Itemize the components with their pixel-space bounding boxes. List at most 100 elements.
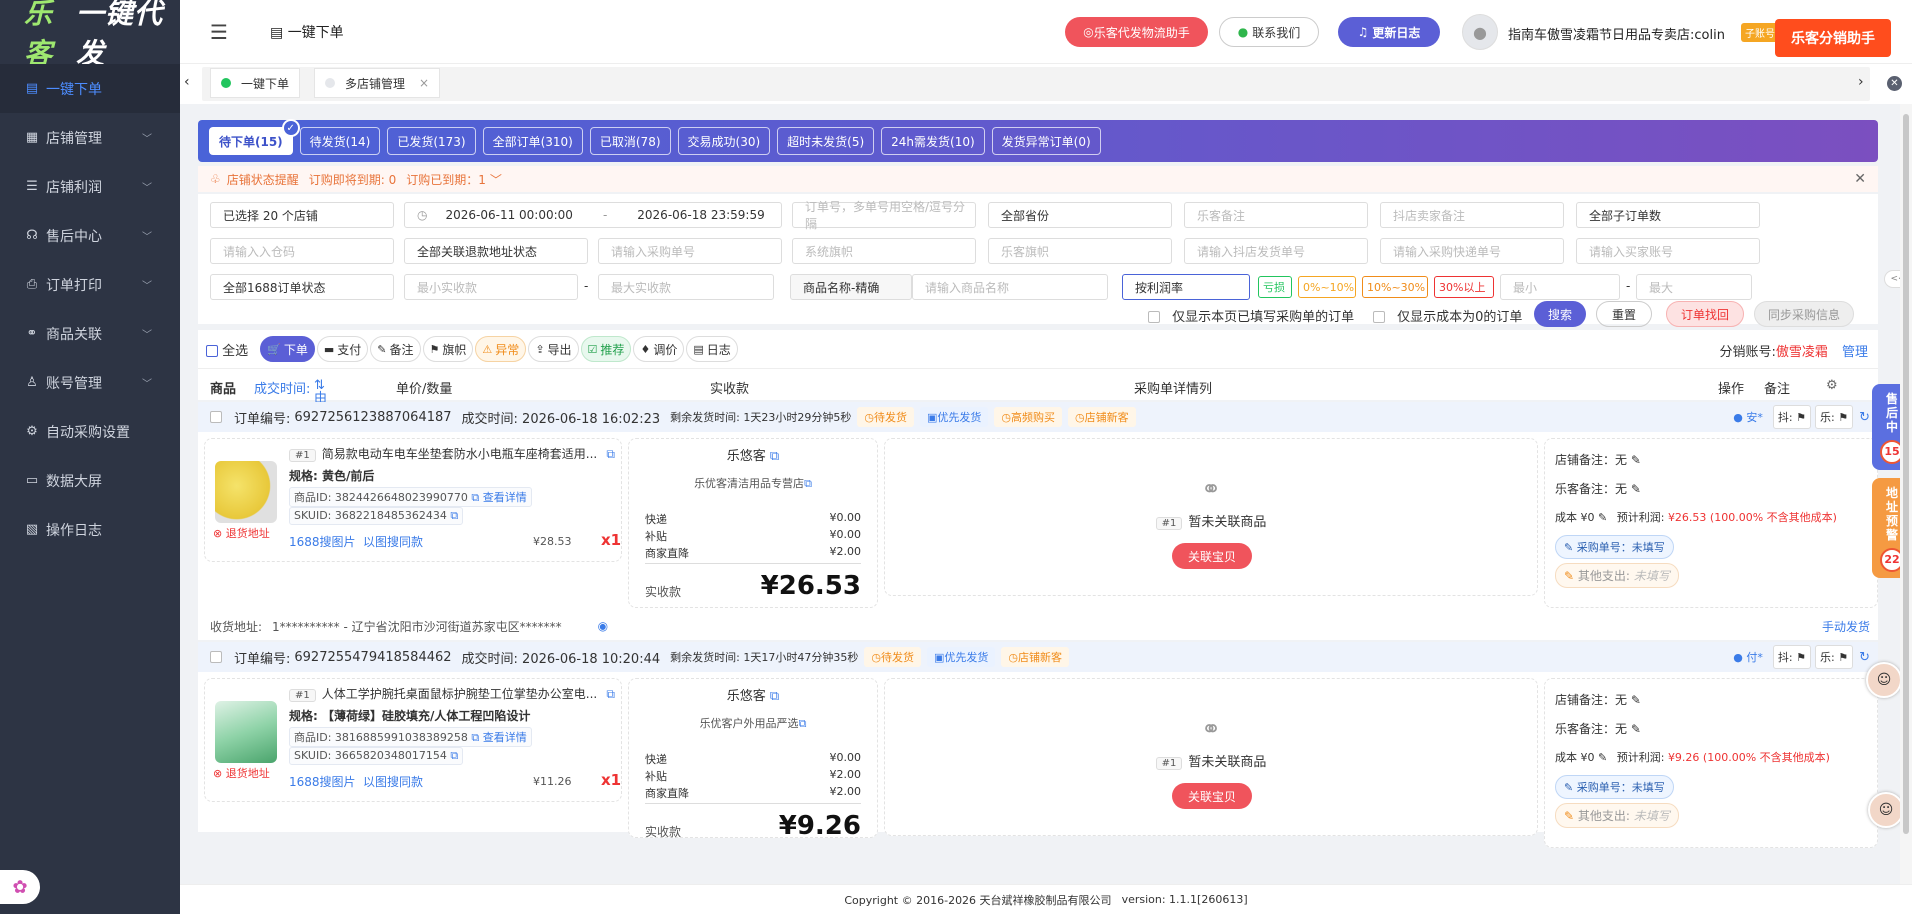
product-title[interactable]: 简易款电动车电车坐垫套防水小电瓶车座椅套适用...: [322, 447, 597, 461]
fx-helper-button[interactable]: 乐客分销助手: [1775, 19, 1891, 57]
sidebar-item-6[interactable]: ♙ 账号管理 ﹀: [0, 358, 180, 407]
status-tab-4[interactable]: 已取消(78): [589, 127, 671, 155]
edit-icon[interactable]: ✎: [1631, 693, 1641, 707]
changelog-button[interactable]: ♫ 更新日志: [1338, 17, 1440, 47]
leke-note-input[interactable]: 乐客备注: [1184, 202, 1368, 228]
sidebar-item-3[interactable]: ☊ 售后中心 ﹀: [0, 211, 180, 260]
copy-icon[interactable]: ⧉: [606, 447, 615, 462]
edit-icon[interactable]: ✎: [1631, 482, 1641, 496]
other-cost-field[interactable]: ✎ 其他支出: 未填写: [1555, 803, 1679, 828]
tabs-right-arrow-icon[interactable]: ›: [1858, 74, 1864, 90]
sidebar-item-8[interactable]: ▭ 数据大屏: [0, 456, 180, 505]
order-checkbox[interactable]: [210, 651, 222, 663]
edit-icon[interactable]: ✎: [1598, 751, 1607, 764]
select-all-checkbox[interactable]: 全选: [206, 340, 248, 359]
return-address-link[interactable]: ⊗ 退货地址: [213, 525, 270, 541]
refund-address-status-select[interactable]: 全部关联退款地址状态: [404, 238, 588, 264]
product-name-mode-select[interactable]: 商品名称-精确: [790, 274, 912, 300]
leke-flag-select[interactable]: 乐客旗帜: [988, 238, 1172, 264]
min-paid-input[interactable]: 最小实收款: [404, 274, 578, 300]
status-tab-6[interactable]: 超时未发货(5): [777, 127, 875, 155]
sort-toggle[interactable]: 由近到远 ⇅: [314, 378, 327, 463]
only-zero-cost-checkbox[interactable]: 仅显示成本为0的订单: [1373, 306, 1522, 325]
retrieve-order-button[interactable]: 订单找回: [1666, 301, 1744, 327]
close-icon[interactable]: ✕: [1854, 171, 1866, 187]
toolbar-card-button[interactable]: ▬ 支付: [316, 336, 369, 362]
shop-select[interactable]: 已选择 20 个店铺: [210, 202, 394, 228]
status-tab-1[interactable]: 待发货(14): [299, 127, 381, 155]
search-same-image-link[interactable]: 以图搜同款: [363, 773, 423, 790]
purchase-no-input[interactable]: 请输入采购单号: [598, 238, 782, 264]
product-name-input[interactable]: 请输入商品名称: [912, 274, 1108, 300]
link-product-button[interactable]: 关联宝贝: [1172, 543, 1252, 569]
customer-service-avatar[interactable]: ☺: [1866, 662, 1902, 698]
toolbar-cart-button[interactable]: 🛒 下单: [260, 336, 315, 362]
other-cost-field[interactable]: ✎ 其他支出: 未填写: [1555, 563, 1679, 588]
leke-flag-select[interactable]: 乐: ⚑: [1815, 405, 1854, 429]
sync-purchase-button[interactable]: 同步采购信息: [1754, 301, 1854, 327]
copy-icon[interactable]: ⧉: [799, 717, 807, 730]
sub-order-select[interactable]: 全部子订单数: [1576, 202, 1760, 228]
province-select[interactable]: 全部省份: [988, 202, 1172, 228]
brain-icon[interactable]: ✿: [0, 870, 40, 904]
leke-flag-select[interactable]: 乐: ⚑: [1815, 645, 1854, 669]
toolbar-flag-button[interactable]: ⚑ 旗帜: [422, 336, 474, 362]
purchase-no-field[interactable]: ✎ 采购单号：未填写: [1555, 775, 1674, 799]
max-profit-input[interactable]: 最大: [1636, 274, 1752, 300]
close-icon[interactable]: ×: [419, 76, 429, 90]
chevron-down-icon[interactable]: ﹀: [490, 171, 502, 188]
reset-button[interactable]: 重置: [1596, 301, 1652, 327]
toolbar-price-button[interactable]: ♦ 调价: [633, 336, 685, 362]
eye-icon[interactable]: ◉: [598, 619, 608, 633]
scrollbar[interactable]: [1900, 104, 1912, 884]
dy-flag-select[interactable]: 抖: ⚑: [1772, 405, 1811, 429]
product-image[interactable]: [215, 701, 277, 763]
avatar[interactable]: ●: [1462, 14, 1498, 50]
manual-ship-link[interactable]: 手动发货: [1822, 618, 1870, 635]
dy-flag-select[interactable]: 抖: ⚑: [1772, 645, 1811, 669]
status-tab-7[interactable]: 24h需发货(10): [881, 127, 985, 155]
sidebar-item-5[interactable]: ⚭ 商品关联 ﹀: [0, 309, 180, 358]
sidebar-item-4[interactable]: ⎙ 订单打印 ﹀: [0, 260, 180, 309]
toolbar-export-button[interactable]: ⇪ 导出: [528, 336, 579, 362]
manage-link[interactable]: 管理: [1842, 345, 1868, 360]
search-1688-image-link[interactable]: 1688搜图片: [289, 773, 356, 790]
seller-note-input[interactable]: 抖店卖家备注: [1380, 202, 1564, 228]
sidebar-item-1[interactable]: ▦ 店铺管理 ﹀: [0, 113, 180, 162]
status-tab-2[interactable]: 已发货(173): [387, 127, 476, 155]
chip-loss[interactable]: 亏损: [1258, 276, 1292, 298]
refresh-icon[interactable]: ↻: [1859, 650, 1870, 665]
buyer-account-input[interactable]: 请输入买家账号: [1576, 238, 1760, 264]
refresh-icon[interactable]: ↻: [1859, 410, 1870, 425]
chip-30-plus[interactable]: 30%以上: [1434, 276, 1494, 298]
status-1688-select[interactable]: 全部1688订单状态: [210, 274, 394, 300]
order-no-input[interactable]: 订单号，多单号用空格/逗号分隔: [792, 200, 976, 231]
status-tab-0[interactable]: 待下单(15) ✓: [209, 119, 300, 155]
order-checkbox[interactable]: [210, 411, 222, 423]
dy-ship-no-input[interactable]: 请输入抖店发货单号: [1184, 238, 1368, 264]
search-same-image-link[interactable]: 以图搜同款: [363, 533, 423, 550]
edit-icon[interactable]: ✎: [1598, 511, 1607, 524]
copy-icon[interactable]: ⧉: [770, 449, 779, 464]
search-button[interactable]: 搜索: [1534, 301, 1586, 327]
chip-10-30[interactable]: 10%~30%: [1362, 276, 1428, 298]
chip-0-10[interactable]: 0%~10%: [1298, 276, 1356, 298]
date-range[interactable]: ◷ 2026-06-11 00:00:00 - 2026-06-18 23:59…: [404, 202, 782, 228]
close-all-tabs-icon[interactable]: ✕: [1887, 76, 1902, 91]
purchase-no-field[interactable]: ✎ 采购单号：未填写: [1555, 535, 1674, 559]
status-tab-5[interactable]: 交易成功(30): [677, 127, 771, 155]
sidebar-item-7[interactable]: ⚙ 自动采购设置: [0, 407, 180, 456]
system-flag-select[interactable]: 系统旗帜: [792, 238, 976, 264]
tabs-left-arrow-icon[interactable]: ‹: [184, 74, 190, 90]
tab-one-click-order[interactable]: 一键下单: [210, 68, 301, 98]
copy-icon[interactable]: ⧉: [450, 509, 458, 522]
only-filled-checkbox[interactable]: 仅显示本页已填写采购单的订单: [1148, 306, 1354, 325]
edit-icon[interactable]: ✎: [1631, 722, 1641, 736]
product-title[interactable]: 人体工学护腕托桌面鼠标护腕垫工位掌垫办公室电...: [322, 687, 597, 701]
purchase-express-input[interactable]: 请输入采购快递单号: [1380, 238, 1564, 264]
copy-icon[interactable]: ⧉: [804, 477, 812, 490]
copy-icon[interactable]: ⧉: [471, 491, 479, 504]
menu-toggle-icon[interactable]: ☰: [210, 20, 228, 44]
max-paid-input[interactable]: 最大实收款: [598, 274, 774, 300]
status-tab-8[interactable]: 发货异常订单(0): [991, 127, 1101, 155]
